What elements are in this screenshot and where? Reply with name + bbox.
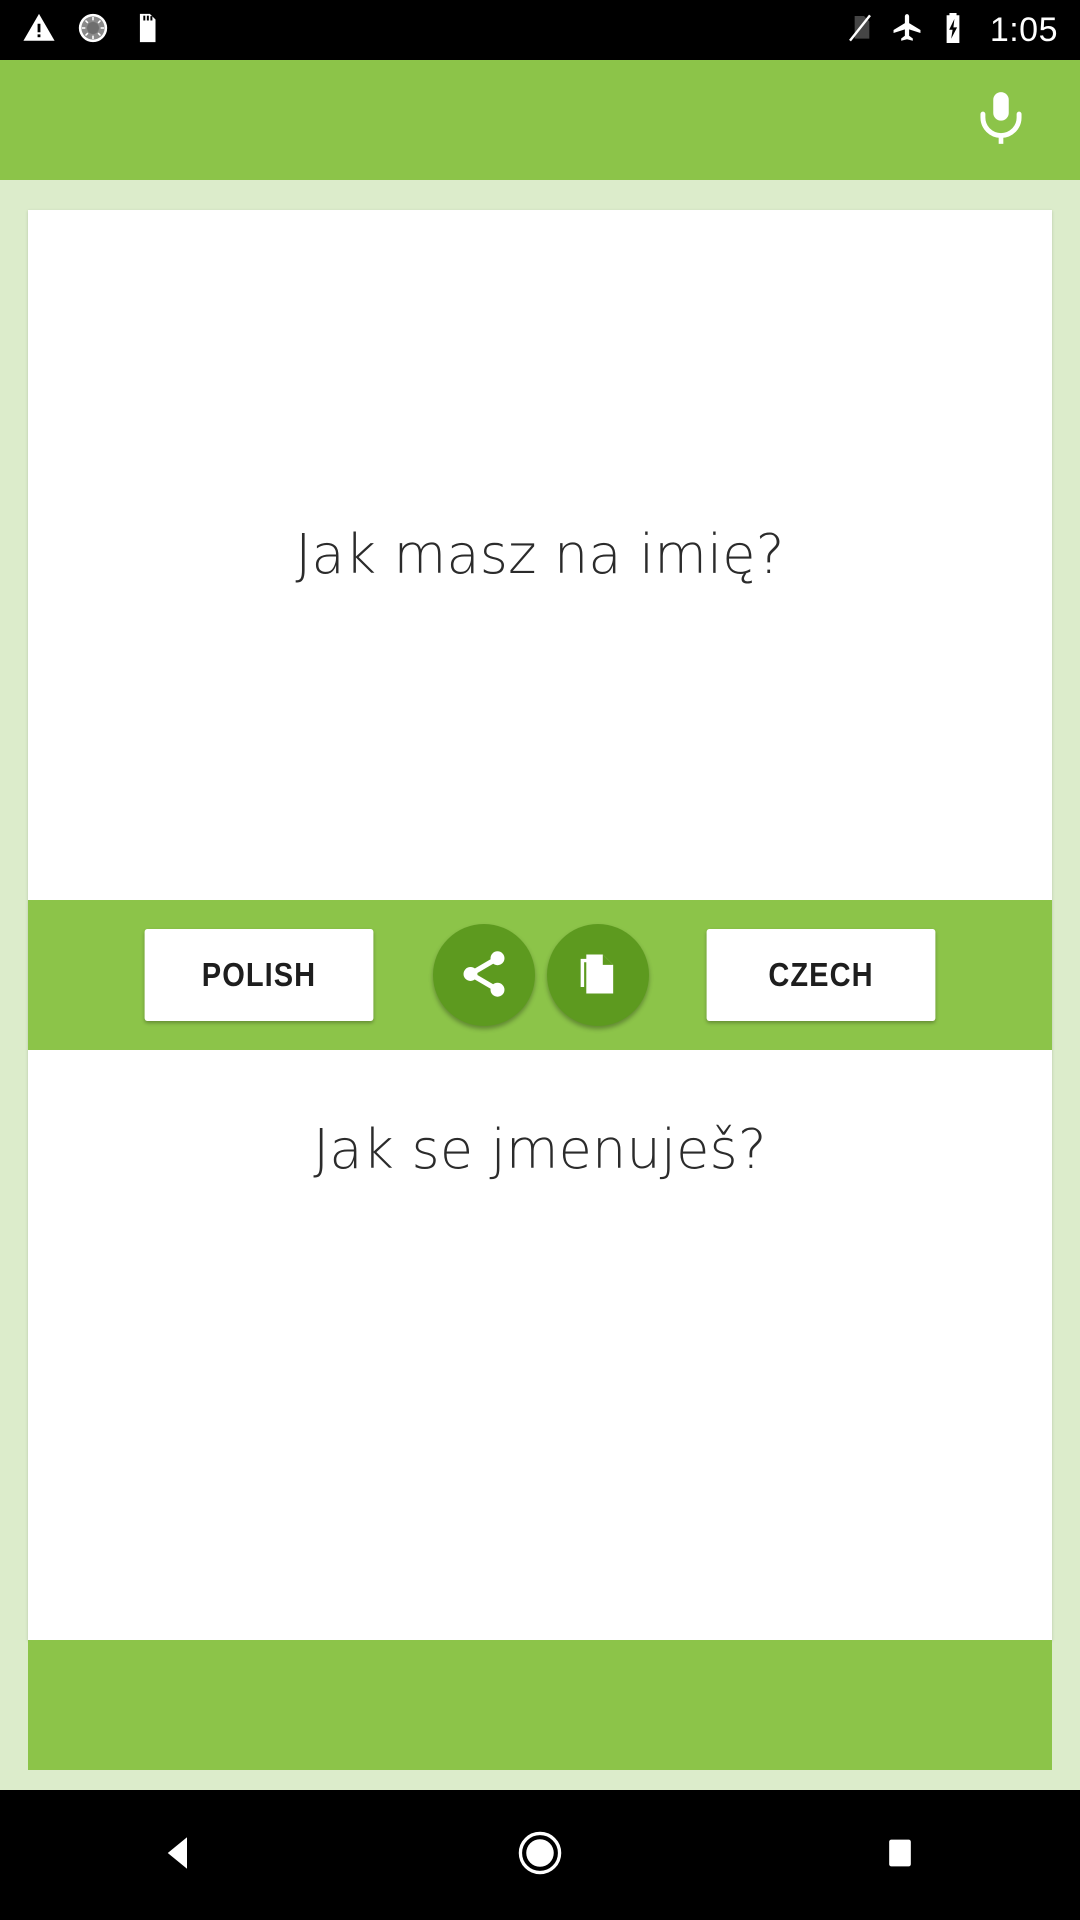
target-phrase: Jak se jmenuješ? bbox=[313, 1118, 767, 1181]
nav-recents-button[interactable] bbox=[840, 1790, 960, 1920]
status-bar-left-icons bbox=[22, 11, 164, 50]
app-root: 1:05 Jak masz na imię? POLISH CZECH Jak … bbox=[0, 0, 1080, 1920]
target-language-button[interactable]: CZECH bbox=[706, 929, 936, 1021]
bottom-action-bar[interactable] bbox=[28, 1640, 1052, 1770]
copy-icon bbox=[572, 948, 624, 1003]
sd-card-icon bbox=[130, 11, 164, 50]
copy-button[interactable] bbox=[547, 924, 649, 1026]
nav-home-button[interactable] bbox=[480, 1790, 600, 1920]
nav-back-button[interactable] bbox=[120, 1790, 240, 1920]
status-bar: 1:05 bbox=[0, 0, 1080, 60]
share-button[interactable] bbox=[433, 924, 535, 1026]
no-sim-icon bbox=[844, 12, 876, 49]
android-navigation-bar bbox=[0, 1790, 1080, 1920]
warning-triangle-icon bbox=[22, 11, 56, 50]
source-language-button[interactable]: POLISH bbox=[144, 929, 374, 1021]
share-icon bbox=[457, 947, 511, 1004]
recents-square-icon bbox=[880, 1833, 920, 1878]
status-bar-right-icons: 1:05 bbox=[844, 11, 1058, 50]
translation-card: Jak masz na imię? POLISH CZECH Jak se jm… bbox=[28, 210, 1052, 1640]
source-text-pane[interactable]: Jak masz na imię? bbox=[28, 210, 1052, 900]
voice-input-button[interactable] bbox=[960, 79, 1042, 161]
translation-control-bar: POLISH CZECH bbox=[28, 900, 1052, 1050]
status-bar-clock: 1:05 bbox=[989, 11, 1058, 49]
battery-charging-icon bbox=[938, 11, 968, 50]
app-bar bbox=[0, 60, 1080, 180]
microphone-icon bbox=[970, 87, 1032, 154]
sync-spinner-icon bbox=[76, 11, 110, 50]
target-text-pane[interactable]: Jak se jmenuješ? bbox=[28, 1050, 1052, 1640]
airplane-mode-icon bbox=[890, 11, 924, 50]
home-circle-icon bbox=[515, 1828, 565, 1883]
source-phrase: Jak masz na imię? bbox=[295, 523, 785, 587]
back-triangle-icon bbox=[159, 1832, 201, 1879]
